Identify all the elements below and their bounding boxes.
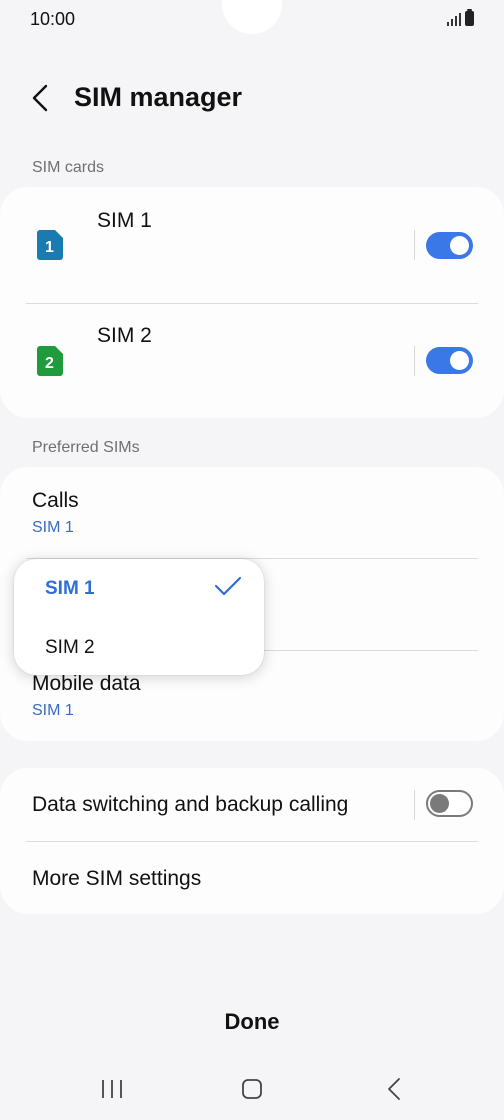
status-icons [447,9,474,26]
mobile-data-value: SIM 1 [32,702,74,719]
back-button[interactable] [26,80,56,116]
toggle-knob [430,794,449,813]
extras-card: Data switching and backup calling More S… [0,768,504,914]
toggle-knob [450,351,469,370]
sim-cards-card: 1 SIM 1 2 SIM 2 [0,187,504,418]
done-button[interactable]: Done [190,1000,314,1044]
divider [414,790,415,820]
section-label-sim-cards: SIM cards [32,159,105,176]
data-switching-label: Data switching and backup calling [32,793,349,816]
phone-screen: 10:00 SIM manager SIM cards 1 SIM 1 2 SI… [0,0,504,1120]
page-title: SIM manager [74,82,243,112]
chevron-left-icon [388,1078,400,1100]
check-icon [214,576,242,596]
sim-1-icon: 1 [37,230,63,260]
dropdown-option-label: SIM 1 [45,578,95,599]
battery-icon [465,9,474,26]
dropdown-option-sim-1[interactable]: SIM 1 [14,559,264,617]
back-nav-button[interactable] [374,1074,414,1104]
sim-row-2[interactable]: 2 SIM 2 [0,304,504,420]
home-icon [242,1079,262,1099]
data-switching-toggle[interactable] [426,790,473,817]
preferred-calls-row[interactable]: Calls SIM 1 [0,467,504,559]
svg-text:2: 2 [45,355,54,372]
divider [414,346,415,376]
sim-2-icon: 2 [37,346,63,376]
section-label-preferred-sims: Preferred SIMs [32,439,140,456]
more-sim-settings-row[interactable]: More SIM settings [0,842,504,914]
status-bar: 10:00 [0,0,504,40]
sim-1-toggle[interactable] [426,232,473,259]
divider [414,230,415,260]
calls-title: Calls [32,489,79,512]
sim-row-1[interactable]: 1 SIM 1 [0,187,504,303]
sim-2-name: SIM 2 [97,324,152,347]
calls-value: SIM 1 [32,519,74,536]
camera-notch [222,0,282,34]
sim-2-toggle[interactable] [426,347,473,374]
more-sim-settings-label: More SIM settings [32,867,202,890]
navigation-bar [0,1060,504,1120]
recent-apps-button[interactable] [92,1074,132,1104]
svg-text:1: 1 [45,239,54,256]
toggle-knob [450,236,469,255]
header: SIM manager [0,72,504,124]
status-time: 10:00 [30,9,76,29]
recent-apps-icon [102,1080,122,1098]
data-switching-row[interactable]: Data switching and backup calling [0,768,504,841]
home-button[interactable] [232,1074,272,1104]
chevron-left-icon [32,84,48,112]
sim-1-name: SIM 1 [97,209,152,232]
mobile-data-title: Mobile data [32,672,141,695]
signal-icon [447,12,461,26]
dropdown-option-sim-2[interactable]: SIM 2 [14,617,264,675]
sim-select-dropdown: SIM 1 SIM 2 [14,559,264,675]
dropdown-option-label: SIM 2 [45,637,95,658]
